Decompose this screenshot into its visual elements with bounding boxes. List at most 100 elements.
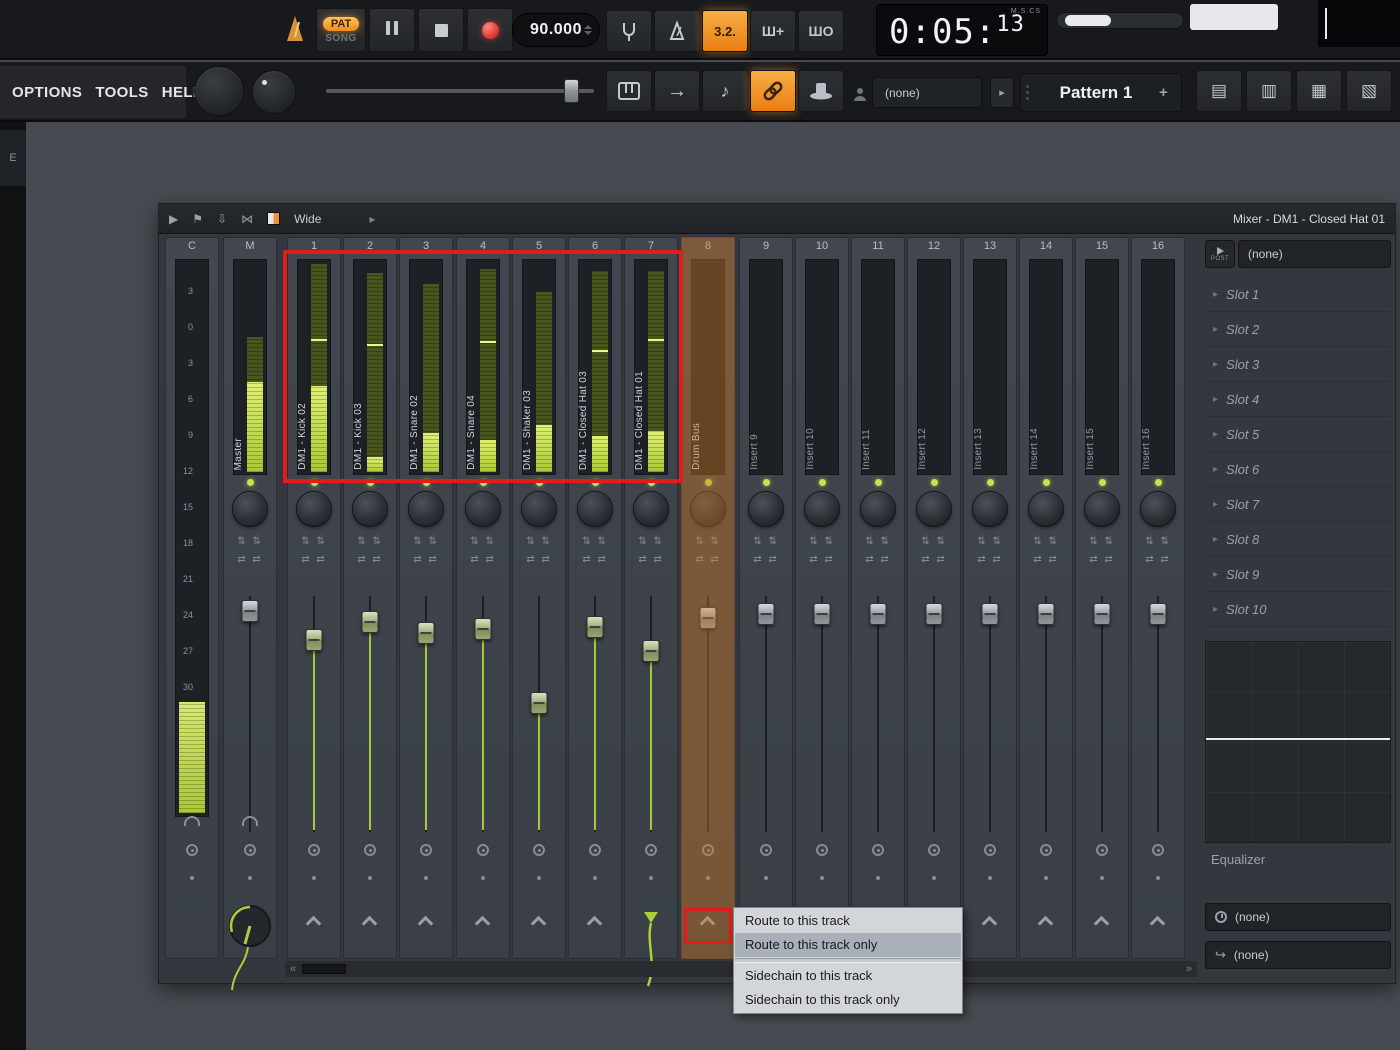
fader-handle[interactable] (813, 603, 831, 625)
fx-slot[interactable]: ▸ Slot 4 (1205, 382, 1391, 417)
grid-view-button[interactable]: ▦ (1296, 70, 1342, 112)
fader-handle[interactable] (417, 622, 435, 644)
pan-arrows-icon[interactable]: ⇄ ⇄ (1076, 554, 1128, 565)
volume-fader[interactable] (569, 596, 621, 836)
add-pattern-button[interactable]: + (1159, 84, 1181, 101)
pan-knob[interactable] (633, 491, 669, 527)
pan-knob[interactable] (352, 491, 388, 527)
shuffle-slider[interactable] (326, 79, 594, 103)
context-menu-item[interactable]: Route to this track (735, 909, 961, 933)
tempo-display[interactable]: 90.000 (512, 13, 600, 47)
track-number[interactable]: 10 (796, 240, 848, 252)
track-number[interactable]: 13 (964, 240, 1016, 252)
stereo-arrows-icon[interactable]: ⇅ ⇅ (224, 536, 276, 547)
fader-handle[interactable] (981, 603, 999, 625)
route-arrow-icon[interactable] (417, 915, 434, 932)
fx-slot[interactable]: ▸ Slot 1 (1205, 277, 1391, 312)
arrangement-picker[interactable]: (none) (872, 77, 982, 108)
pan-arrows-icon[interactable]: ⇄ ⇄ (513, 554, 565, 565)
flag-icon[interactable]: ⚑ (192, 212, 203, 226)
route-arrow-icon[interactable] (530, 915, 547, 932)
mixer-track-15[interactable]: 15 Insert 15 ⇅ ⇅ ⇄ ⇄ (1075, 237, 1129, 959)
plugin-picker-button[interactable]: ▥ (1246, 70, 1292, 112)
record-arm-icon[interactable] (308, 844, 320, 856)
mixer-track-12[interactable]: 12 Insert 12 ⇅ ⇅ ⇄ ⇄ (907, 237, 961, 959)
volume-fader[interactable] (908, 596, 960, 836)
volume-fader[interactable] (1132, 596, 1184, 836)
volume-fader[interactable] (796, 596, 848, 836)
pan-knob[interactable] (972, 491, 1008, 527)
pan-knob[interactable] (408, 491, 444, 527)
stereo-arrows-icon[interactable]: ⇅ ⇅ (625, 536, 677, 547)
wait-for-input-button[interactable] (654, 10, 700, 52)
route-arrow-icon[interactable] (361, 915, 378, 932)
record-arm-icon[interactable] (816, 844, 828, 856)
pan-knob[interactable] (748, 491, 784, 527)
volume-fader[interactable] (682, 596, 734, 836)
step-edit-button[interactable]: Ш+ (750, 10, 796, 52)
pan-knob[interactable] (804, 491, 840, 527)
fader-handle[interactable] (757, 603, 775, 625)
pan-knob[interactable] (296, 491, 332, 527)
stereo-arrows-icon[interactable]: ⇅ ⇅ (796, 536, 848, 547)
song-mode-label[interactable]: SONG (325, 33, 356, 44)
pan-arrows-icon[interactable]: ⇄ ⇄ (964, 554, 1016, 565)
crossfade-icon[interactable]: ⋈ (241, 212, 253, 226)
mixer-track-M[interactable]: M Master ⇅ ⇅ ⇄ ⇄ (223, 237, 277, 991)
track-number[interactable]: 8 (682, 240, 734, 252)
volume-fader[interactable] (513, 596, 565, 836)
pattern-name[interactable]: Pattern 1 (1033, 83, 1159, 103)
pan-arrows-icon[interactable]: ⇄ ⇄ (682, 554, 734, 565)
fader-handle[interactable] (1093, 603, 1111, 625)
volume-fader[interactable] (1076, 596, 1128, 836)
route-arrow-icon[interactable] (305, 915, 322, 932)
record-arm-icon[interactable] (984, 844, 996, 856)
pan-knob[interactable] (1140, 491, 1176, 527)
master-output-knob[interactable] (224, 902, 276, 997)
stereo-arrows-icon[interactable]: ⇅ ⇅ (457, 536, 509, 547)
track-number[interactable]: M (224, 240, 276, 252)
record-arm-icon[interactable] (928, 844, 940, 856)
overdub-button[interactable]: ШO (798, 10, 844, 52)
scroll-left-icon[interactable]: « (290, 963, 296, 975)
stereo-arrows-icon[interactable]: ⇅ ⇅ (400, 536, 452, 547)
pan-arrows-icon[interactable]: ⇄ ⇄ (1020, 554, 1072, 565)
pan-arrows-icon[interactable]: ⇄ ⇄ (625, 554, 677, 565)
record-arm-icon[interactable] (702, 844, 714, 856)
headphones-icon[interactable] (242, 816, 258, 826)
stereo-arrows-icon[interactable]: ⇅ ⇅ (344, 536, 396, 547)
context-menu-item[interactable]: Sidechain to this track only (735, 988, 961, 1012)
playlist-button[interactable] (606, 70, 652, 112)
view-mode-label[interactable]: Wide (294, 212, 321, 226)
record-arm-icon[interactable] (645, 844, 657, 856)
fader-handle[interactable] (1149, 603, 1167, 625)
route-arrow-icon[interactable] (474, 915, 491, 932)
pan-arrows-icon[interactable]: ⇄ ⇄ (796, 554, 848, 565)
mixer-track-13[interactable]: 13 Insert 13 ⇅ ⇅ ⇄ ⇄ (963, 237, 1017, 959)
mixer-track-10[interactable]: 10 Insert 10 ⇅ ⇅ ⇄ ⇄ (795, 237, 849, 959)
route-arrow-icon[interactable] (586, 915, 603, 932)
mixer-track-14[interactable]: 14 Insert 14 ⇅ ⇅ ⇄ ⇄ (1019, 237, 1073, 959)
mixer-titlebar[interactable]: ▶ ⚑ ⇩ ⋈ Wide ▸ Mixer - DM1 - Closed Hat … (159, 204, 1395, 234)
stereo-arrows-icon[interactable]: ⇅ ⇅ (1020, 536, 1072, 547)
pan-knob[interactable] (465, 491, 501, 527)
master-volume-knob[interactable] (194, 66, 244, 116)
browser-button[interactable] (798, 70, 844, 112)
fader-handle[interactable] (869, 603, 887, 625)
pan-knob[interactable] (690, 491, 726, 527)
fx-slot[interactable]: ▸ Slot 8 (1205, 522, 1391, 557)
fader-handle[interactable] (586, 616, 604, 638)
track-number[interactable]: C (166, 240, 218, 252)
master-balance-knob[interactable] (252, 70, 296, 114)
scrollbar-handle[interactable] (302, 964, 347, 974)
track-number[interactable]: 9 (740, 240, 792, 252)
time-display[interactable]: M.S.CS 0:05:13 (876, 4, 1048, 56)
volume-fader[interactable] (852, 596, 904, 836)
pan-arrows-icon[interactable]: ⇄ ⇄ (852, 554, 904, 565)
mixer-track-8[interactable]: 8 Drum Bus ⇅ ⇅ ⇄ ⇄ (681, 237, 735, 959)
context-menu-item[interactable]: Route to this track only (735, 933, 961, 957)
record-arm-icon[interactable] (1040, 844, 1052, 856)
time-select[interactable]: (none) (1205, 903, 1391, 931)
pan-knob[interactable] (521, 491, 557, 527)
picker-panel-button[interactable]: ▤ (1196, 70, 1242, 112)
